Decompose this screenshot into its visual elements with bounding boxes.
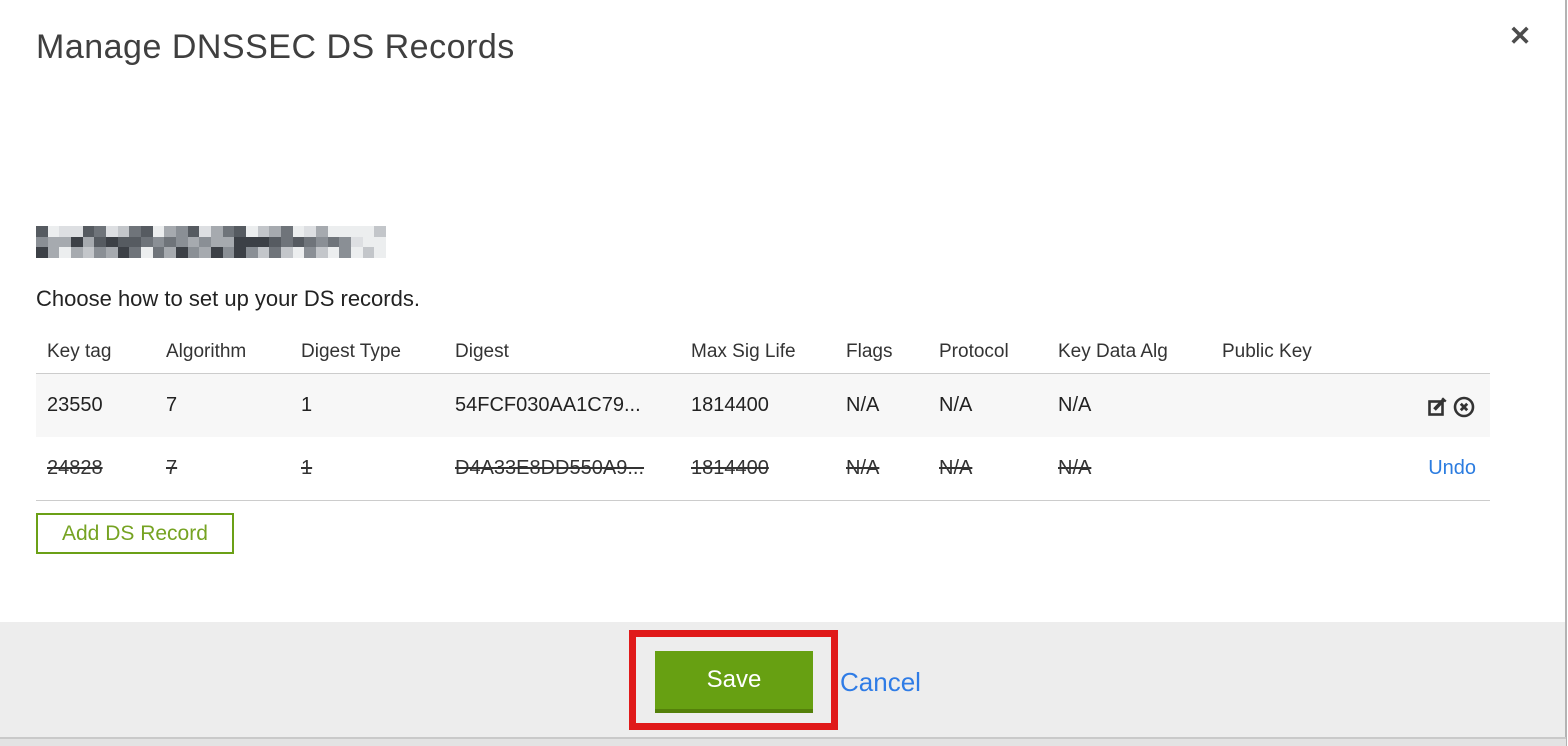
- table-body: 23550 7 1 54FCF030AA1C79... 1814400 N/A …: [36, 373, 1490, 501]
- table-header-row: Key tag Algorithm Digest Type Digest Max…: [36, 330, 1490, 373]
- dnssec-ds-records-modal: Manage DNSSEC DS Records ✕ Choose how to…: [0, 0, 1568, 746]
- cell-flags: N/A: [846, 457, 880, 479]
- col-key-tag: Key tag: [47, 340, 112, 362]
- window-bottom-shadow: [0, 739, 1566, 746]
- cell-digest: 54FCF030AA1C79...: [455, 394, 641, 416]
- cell-flags: N/A: [846, 394, 880, 416]
- cell-max-sig-life: 1814400: [691, 457, 769, 479]
- col-protocol: Protocol: [939, 340, 1009, 362]
- cell-digest-type: 1: [301, 394, 313, 416]
- add-ds-record-button[interactable]: Add DS Record: [36, 513, 234, 554]
- edit-icon[interactable]: [1426, 394, 1450, 418]
- cell-algorithm: 7: [166, 457, 178, 479]
- cell-max-sig-life: 1814400: [691, 394, 769, 416]
- table-row-deleted: 24828 7 1 D4A33E8DD550A9... 1814400 N/A …: [36, 437, 1490, 500]
- window-right-border: [1565, 0, 1567, 746]
- cell-key-tag: 24828: [47, 457, 103, 479]
- col-key-data-alg: Key Data Alg: [1058, 340, 1168, 362]
- row-actions: Undo: [1394, 457, 1490, 480]
- col-digest: Digest: [455, 340, 509, 362]
- col-digest-type: Digest Type: [301, 340, 401, 362]
- ds-records-table: Key tag Algorithm Digest Type Digest Max…: [36, 330, 1490, 501]
- table-row: 23550 7 1 54FCF030AA1C79... 1814400 N/A …: [36, 374, 1490, 437]
- col-algorithm: Algorithm: [166, 340, 247, 362]
- save-button[interactable]: Save: [655, 651, 813, 713]
- close-icon[interactable]: ✕: [1502, 18, 1538, 54]
- ds-records-instruction: Choose how to set up your DS records.: [36, 286, 420, 311]
- col-flags: Flags: [846, 340, 893, 362]
- cell-digest-type: 1: [301, 457, 313, 479]
- cell-key-data-alg: N/A: [1058, 457, 1092, 479]
- row-actions: [1394, 394, 1490, 418]
- cell-digest: D4A33E8DD550A9...: [455, 457, 645, 479]
- col-public-key: Public Key: [1222, 340, 1312, 362]
- cancel-link[interactable]: Cancel: [840, 667, 921, 698]
- cell-protocol: N/A: [939, 457, 973, 479]
- cell-protocol: N/A: [939, 394, 973, 416]
- cell-algorithm: 7: [166, 394, 178, 416]
- undo-link[interactable]: Undo: [1428, 457, 1476, 480]
- cell-key-tag: 23550: [47, 394, 103, 416]
- page-title: Manage DNSSEC DS Records: [36, 28, 515, 66]
- redacted-domain-name: [36, 226, 386, 258]
- delete-icon[interactable]: [1452, 394, 1476, 418]
- col-max-sig-life: Max Sig Life: [691, 340, 796, 362]
- cell-key-data-alg: N/A: [1058, 394, 1092, 416]
